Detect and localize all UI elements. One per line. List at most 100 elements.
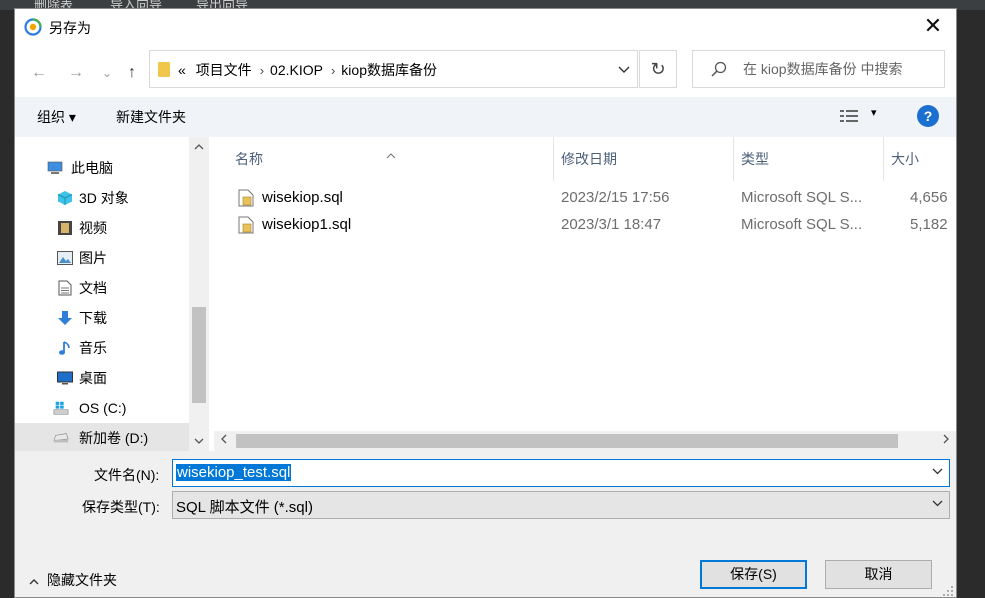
- breadcrumb: « 项目文件 › 02.KIOP › kiop数据库备份: [178, 51, 443, 87]
- file-modified: 2023/3/1 18:47: [561, 216, 662, 233]
- cancel-button[interactable]: 取消: [825, 560, 932, 589]
- column-header-modified[interactable]: 修改日期: [554, 137, 734, 181]
- sidebar-item-label: OS (C:): [79, 400, 127, 416]
- sidebar-item-3d-objects[interactable]: 3D 对象: [15, 183, 189, 213]
- column-header-label: 类型: [741, 151, 769, 167]
- file-name: wisekiop.sql: [262, 189, 343, 206]
- filetype-select[interactable]: SQL 脚本文件 (*.sql): [172, 491, 950, 519]
- breadcrumb-item[interactable]: 项目文件: [196, 62, 252, 78]
- save-as-dialog: 另存为 ✕ ← → ⌄ ↑ « 项目文件 › 02.KIOP › kiop数据库备份 ↻…: [14, 8, 957, 598]
- download-icon: [57, 310, 73, 326]
- help-icon[interactable]: ?: [917, 105, 939, 127]
- breadcrumb-item[interactable]: kiop数据库备份: [341, 62, 437, 78]
- filename-label: 文件名(N):: [94, 467, 160, 483]
- title-bar: 另存为 ✕: [15, 9, 956, 45]
- app-icon: [24, 18, 42, 36]
- sidebar-item-downloads[interactable]: 下载: [15, 303, 189, 333]
- folder-icon: [158, 62, 170, 77]
- sidebar-item-drive-d[interactable]: 新加卷 (D:): [15, 423, 189, 453]
- file-type: Microsoft SQL S...: [741, 216, 863, 233]
- windows-drive-icon: [53, 400, 69, 416]
- sidebar-item-label: 图片: [79, 250, 107, 266]
- sql-file-icon: [238, 216, 254, 234]
- breadcrumb-separator[interactable]: ›: [331, 63, 335, 78]
- view-options-icon[interactable]: [840, 109, 858, 123]
- dialog-title: 另存为: [49, 20, 91, 36]
- film-icon: [57, 220, 73, 236]
- organize-menu[interactable]: 组织 ▾: [37, 107, 76, 127]
- address-dropdown-button[interactable]: [610, 50, 638, 88]
- hide-folders-toggle[interactable]: 隐藏文件夹: [29, 570, 117, 590]
- music-icon: [57, 340, 73, 356]
- scroll-right-arrow[interactable]: [936, 431, 956, 451]
- file-list-hscrollbar[interactable]: [214, 431, 956, 451]
- cube-icon: [57, 190, 73, 206]
- file-size: 4,656: [910, 189, 948, 206]
- chevron-up-icon: [29, 574, 39, 588]
- save-form: 文件名(N): wisekiop_test.sql 保存类型(T): SQL 脚…: [15, 451, 956, 597]
- column-header-label: 修改日期: [561, 151, 617, 167]
- table-row[interactable]: wisekiop1.sql 2023/3/1 18:47 Microsoft S…: [214, 211, 956, 238]
- view-dropdown-button[interactable]: ▾: [871, 106, 877, 119]
- scrollbar-thumb[interactable]: [236, 434, 898, 448]
- sidebar-item-label: 文档: [79, 280, 107, 296]
- scroll-down-arrow[interactable]: [189, 435, 209, 447]
- sidebar-item-label: 下载: [79, 310, 107, 326]
- scroll-left-arrow[interactable]: [214, 431, 234, 451]
- file-list: 名称 修改日期 类型 大小 wisekiop.sql 2023/2/15 17:…: [214, 137, 956, 451]
- sidebar-item-music[interactable]: 音乐: [15, 333, 189, 363]
- column-header-type[interactable]: 类型: [734, 137, 884, 181]
- sidebar-item-documents[interactable]: 文档: [15, 273, 189, 303]
- sidebar-item-videos[interactable]: 视频: [15, 213, 189, 243]
- refresh-button[interactable]: ↻: [639, 50, 677, 88]
- sidebar-scrollbar[interactable]: [189, 137, 209, 451]
- save-button[interactable]: 保存(S): [700, 560, 807, 589]
- background-app-area: [957, 10, 985, 598]
- column-header-name[interactable]: 名称: [214, 137, 554, 181]
- sidebar-item-label: 音乐: [79, 340, 107, 356]
- sidebar-item-label: 视频: [79, 220, 107, 236]
- chevron-down-icon[interactable]: [932, 464, 943, 478]
- new-folder-button[interactable]: 新建文件夹: [116, 107, 186, 127]
- navigation-pane: 此电脑 3D 对象 视频 图片 文档 下载 音乐 桌面 OS (C:) 新加卷 …: [15, 137, 211, 453]
- sidebar-item-label: 新加卷 (D:): [79, 430, 149, 446]
- file-type: Microsoft SQL S...: [741, 189, 863, 206]
- up-button[interactable]: ↑: [120, 61, 144, 85]
- sidebar-item-desktop[interactable]: 桌面: [15, 363, 189, 393]
- filename-value[interactable]: wisekiop_test.sql: [176, 464, 292, 481]
- sidebar-item-label: 此电脑: [71, 160, 113, 176]
- sidebar-item-drive-c[interactable]: OS (C:): [15, 393, 189, 423]
- desktop-icon: [57, 370, 73, 386]
- forward-button[interactable]: →: [64, 61, 88, 85]
- address-bar[interactable]: « 项目文件 › 02.KIOP › kiop数据库备份: [149, 50, 638, 88]
- recent-locations-button[interactable]: ⌄: [95, 61, 119, 85]
- document-icon: [57, 280, 73, 296]
- sort-up-icon: [386, 135, 396, 179]
- close-button[interactable]: ✕: [910, 9, 956, 45]
- chevron-down-icon[interactable]: [932, 496, 943, 510]
- search-box: [692, 50, 945, 88]
- file-size: 5,182: [910, 216, 948, 233]
- filetype-value: SQL 脚本文件 (*.sql): [176, 499, 313, 516]
- hide-folders-label: 隐藏文件夹: [47, 572, 117, 588]
- column-header-label: 名称: [235, 151, 263, 167]
- resize-grip-icon[interactable]: [942, 585, 954, 597]
- search-input[interactable]: [741, 53, 941, 85]
- file-name: wisekiop1.sql: [262, 216, 352, 233]
- breadcrumb-separator[interactable]: ›: [260, 63, 264, 78]
- column-header-size[interactable]: 大小: [884, 137, 956, 181]
- filetype-label: 保存类型(T):: [82, 499, 160, 515]
- sidebar-item-label: 桌面: [79, 370, 107, 386]
- image-icon: [57, 250, 73, 266]
- scrollbar-thumb[interactable]: [192, 307, 206, 403]
- breadcrumb-overflow[interactable]: «: [178, 62, 186, 78]
- table-row[interactable]: wisekiop.sql 2023/2/15 17:56 Microsoft S…: [214, 184, 956, 211]
- back-button[interactable]: ←: [27, 61, 51, 85]
- chevron-down-icon: [618, 66, 630, 73]
- column-header-label: 大小: [891, 151, 919, 167]
- scroll-up-arrow[interactable]: [189, 141, 209, 153]
- filename-field[interactable]: wisekiop_test.sql: [172, 459, 950, 487]
- sidebar-item-this-pc[interactable]: 此电脑: [15, 153, 189, 183]
- breadcrumb-item[interactable]: 02.KIOP: [270, 62, 323, 78]
- sidebar-item-pictures[interactable]: 图片: [15, 243, 189, 273]
